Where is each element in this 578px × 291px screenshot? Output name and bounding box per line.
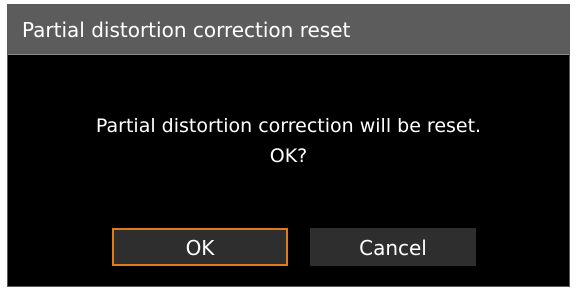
ok-button[interactable]: OK — [112, 228, 288, 266]
confirmation-message: Partial distortion correction will be re… — [8, 111, 569, 171]
message-line-2: OK? — [269, 145, 308, 167]
message-line-1: Partial distortion correction will be re… — [95, 115, 482, 137]
dialog-title: Partial distortion correction reset — [22, 18, 351, 42]
reset-confirmation-dialog: Partial distortion correction reset Part… — [7, 4, 570, 287]
dialog-titlebar: Partial distortion correction reset — [8, 5, 569, 55]
cancel-button[interactable]: Cancel — [310, 228, 476, 266]
